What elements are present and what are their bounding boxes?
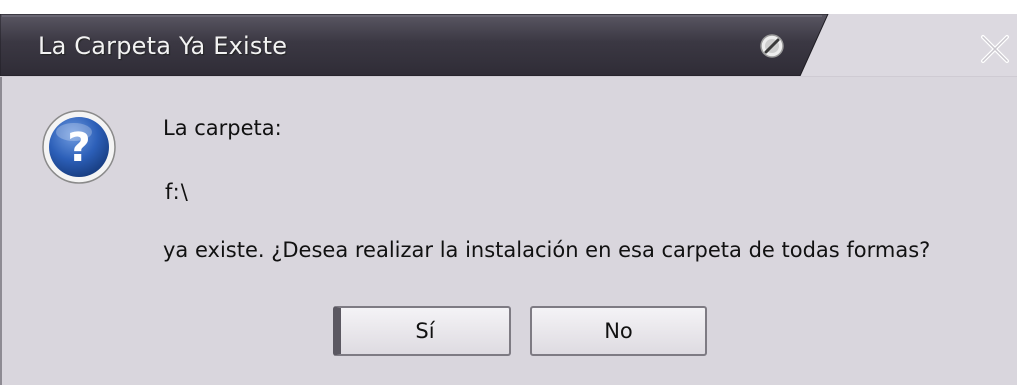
pin-icon[interactable] bbox=[758, 32, 786, 60]
svg-text:?: ? bbox=[67, 125, 90, 171]
yes-button[interactable]: Sí bbox=[333, 306, 511, 356]
message-folder-path: f:\ bbox=[165, 180, 189, 204]
close-icon[interactable] bbox=[978, 32, 1012, 66]
question-icon: ? bbox=[40, 108, 118, 186]
folder-exists-dialog: La Carpeta Ya Existe ? La carpeta: f:\ y… bbox=[0, 0, 1017, 385]
message-folder-label: La carpeta: bbox=[163, 116, 282, 140]
window-title: La Carpeta Ya Existe bbox=[38, 32, 288, 60]
no-button[interactable]: No bbox=[530, 306, 707, 356]
message-question: ya existe. ¿Desea realizar la instalació… bbox=[163, 238, 931, 262]
